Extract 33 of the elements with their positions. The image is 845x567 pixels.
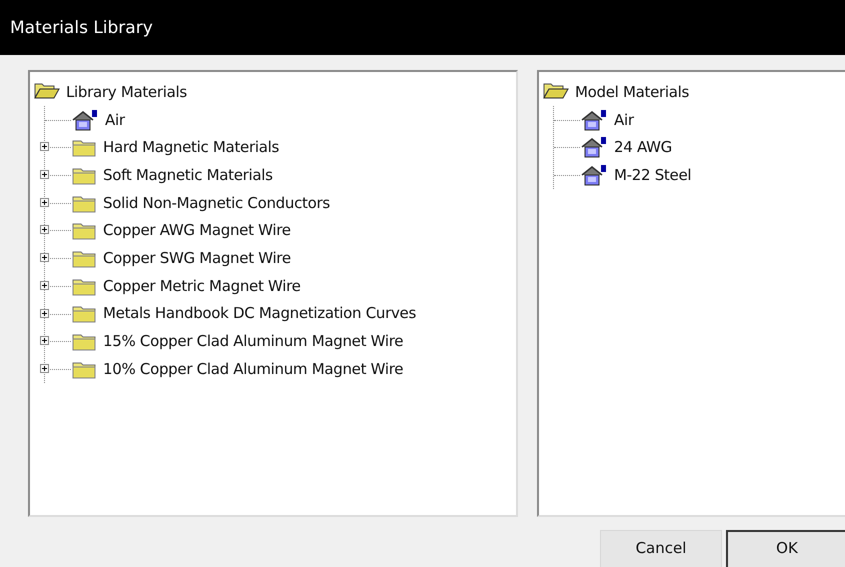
expand-icon[interactable]	[41, 198, 48, 206]
open-folder-icon	[543, 80, 569, 99]
ok-button[interactable]: OK	[726, 530, 845, 567]
folder-label[interactable]: 10% Copper Clad Aluminum Magnet Wire	[103, 360, 404, 378]
folder-label[interactable]: Copper SWG Magnet Wire	[103, 248, 291, 267]
cancel-button[interactable]: Cancel	[600, 530, 722, 567]
material-label[interactable]: M-22 Steel	[614, 166, 692, 184]
folder-label[interactable]: 15% Copper Clad Aluminum Magnet Wire	[103, 332, 404, 350]
expand-icon[interactable]	[41, 171, 48, 178]
expand-icon[interactable]	[41, 310, 48, 316]
material-house-icon	[71, 108, 99, 131]
expand-icon[interactable]	[41, 337, 48, 344]
folder-label[interactable]: Hard Magnetic Materials	[103, 138, 279, 156]
tree-root-label[interactable]: Library Materials	[66, 82, 187, 101]
expand-icon[interactable]	[41, 143, 48, 150]
folder-label[interactable]: Copper AWG Magnet Wire	[103, 221, 291, 240]
material-label[interactable]: 24 AWG	[614, 138, 672, 156]
tree-root-label[interactable]: Model Materials	[575, 82, 690, 101]
expand-icon[interactable]	[41, 282, 48, 289]
folder-label[interactable]: Copper Metric Magnet Wire	[103, 276, 301, 295]
open-folder-icon	[34, 80, 60, 99]
expand-icon[interactable]	[41, 226, 48, 234]
folder-label[interactable]: Metals Handbook DC Magnetization Curves	[103, 304, 416, 322]
folder-label[interactable]: Soft Magnetic Materials	[103, 166, 273, 184]
folder-label[interactable]: Solid Non-Magnetic Conductors	[103, 194, 330, 212]
material-label[interactable]: Air	[614, 110, 634, 129]
material-house-icon	[580, 108, 608, 131]
material-house-icon	[580, 136, 608, 158]
window-title: Materials Library	[10, 18, 153, 38]
expand-icon[interactable]	[41, 254, 48, 262]
material-label[interactable]: Air	[105, 110, 125, 129]
expand-icon[interactable]	[41, 364, 48, 372]
material-house-icon	[580, 164, 608, 186]
